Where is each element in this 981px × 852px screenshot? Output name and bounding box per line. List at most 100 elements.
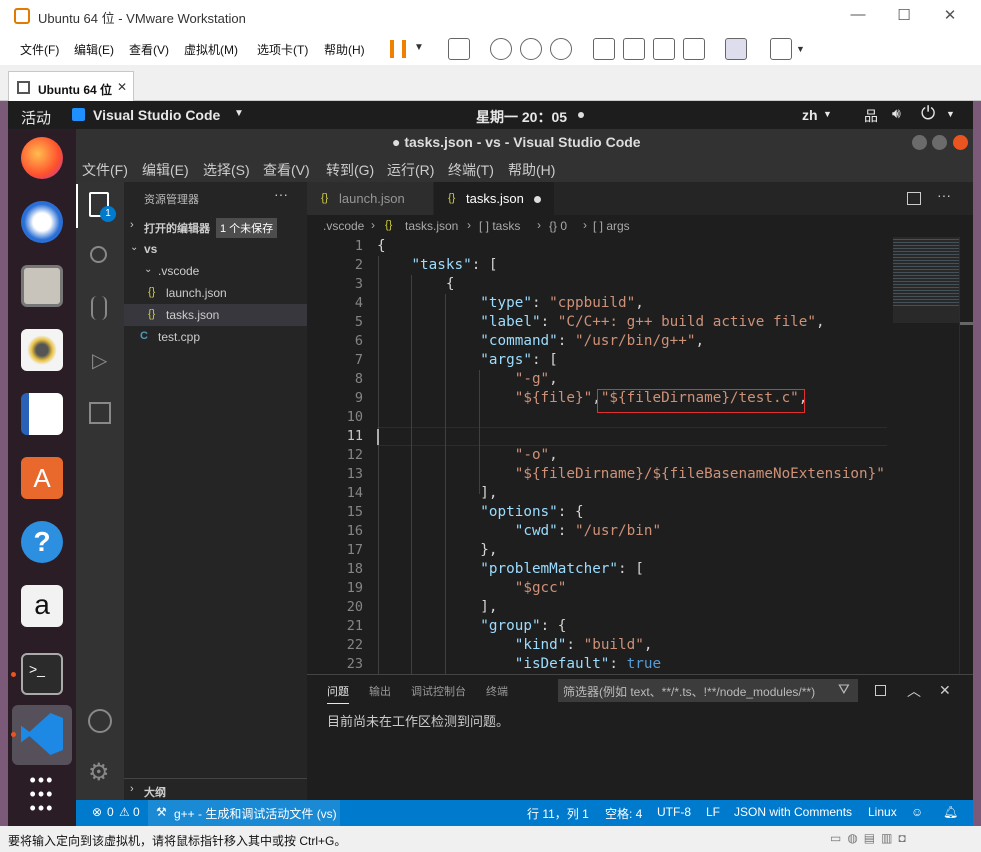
code-line[interactable]: ], (377, 484, 885, 503)
folder-vs[interactable]: vs (144, 242, 157, 256)
panel-tab-output[interactable]: 输出 (369, 683, 391, 699)
menu-view[interactable]: 查看(V) (263, 160, 310, 180)
open-editors-section[interactable]: 打开的编辑器 (144, 220, 210, 236)
breadcrumb-item[interactable]: [ ] tasks (479, 219, 520, 233)
vmware-menu-view[interactable]: 查看(V) (129, 41, 169, 58)
terminal-console-icon[interactable] (725, 38, 747, 60)
snapshot-manager-icon[interactable] (550, 38, 572, 60)
search-icon[interactable] (90, 246, 107, 263)
code-line[interactable]: "-g", (377, 370, 885, 389)
feedback-icon[interactable]: ☺ (911, 805, 923, 819)
system-menu-caret-icon[interactable]: ▼ (946, 109, 955, 119)
help-icon[interactable]: ? (21, 521, 63, 563)
app-menu-caret-icon[interactable]: ▼ (234, 108, 244, 119)
console-view-icon[interactable] (623, 38, 645, 60)
code-line[interactable]: }, (377, 541, 885, 560)
activities-button[interactable]: 活动 (21, 107, 51, 128)
menu-selection[interactable]: 选择(S) (203, 160, 250, 180)
vmware-menu-tabs[interactable]: 选项卡(T) (257, 41, 308, 58)
breadcrumb-item[interactable]: tasks.json (405, 219, 458, 233)
library-view-icon[interactable] (593, 38, 615, 60)
outline-section[interactable]: 大纲 (144, 784, 166, 800)
terminal-icon[interactable]: >_ (21, 653, 63, 695)
file-launch-json[interactable]: launch.json (166, 286, 227, 300)
files-icon[interactable] (21, 265, 63, 307)
code-line[interactable]: "command": "/usr/bin/g++", (377, 332, 885, 351)
active-task[interactable]: g++ - 生成和调试活动文件 (vs) (174, 805, 337, 822)
code-line[interactable]: { (377, 275, 885, 294)
filter-icon[interactable]: ⛛ (838, 681, 850, 698)
breadcrumb-item[interactable]: {} 0 (549, 219, 567, 233)
error-count[interactable]: 0 (107, 805, 114, 819)
run-debug-icon[interactable]: ▷ (92, 348, 107, 373)
code-line[interactable]: "label": "C/C++: g++ build active file", (377, 313, 885, 332)
account-icon[interactable] (88, 709, 112, 733)
minimap-slider[interactable] (893, 237, 959, 323)
folder-chevron-icon[interactable]: ⌄ (130, 242, 138, 253)
os-indicator[interactable]: Linux (868, 805, 897, 819)
settings-gear-icon[interactable]: ⚙ (88, 758, 110, 787)
power-icon[interactable]: ⏻ (921, 103, 935, 124)
unity-icon[interactable] (683, 38, 705, 60)
code-line[interactable]: "group": { (377, 617, 885, 636)
extensions-icon[interactable] (89, 402, 111, 424)
window-close-icon[interactable] (953, 135, 968, 150)
split-editor-icon[interactable] (907, 192, 921, 205)
pause-icon[interactable] (390, 40, 406, 58)
menu-terminal[interactable]: 终端(T) (448, 160, 494, 180)
network-icon[interactable]: 品 (864, 106, 878, 126)
error-icon[interactable]: ⊗ (92, 805, 102, 819)
code-line[interactable]: "isDefault": true (377, 655, 885, 674)
show-apps-icon[interactable]: ••• ••• ••• (21, 771, 63, 817)
vertical-scrollbar[interactable] (959, 237, 973, 674)
tab-launch-json[interactable]: {} launch.json (307, 182, 433, 215)
menu-edit[interactable]: 编辑(E) (142, 160, 189, 180)
stretch-dropdown-icon[interactable]: ▼ (796, 44, 805, 54)
code-line[interactable]: "kind": "build", (377, 636, 885, 655)
code-line[interactable]: { (377, 237, 885, 256)
window-minimize-icon[interactable] (912, 135, 927, 150)
problems-filter-input[interactable]: 筛选器(例如 text、**/*.ts、!**/node_modules/**)… (558, 679, 858, 702)
collapse-all-icon[interactable] (875, 685, 886, 696)
menu-help[interactable]: 帮助(H) (508, 160, 555, 180)
panel-tab-problems[interactable]: 问题 (327, 683, 349, 704)
device-icons[interactable]: ▭◍▤▥◘ (830, 831, 912, 845)
code-line[interactable]: ], (377, 598, 885, 617)
vmware-menu-vm[interactable]: 虚拟机(M) (184, 41, 238, 58)
stretch-view-icon[interactable] (770, 38, 792, 60)
input-method-caret-icon[interactable]: ▼ (823, 109, 832, 119)
explorer-more-icon[interactable]: ··· (274, 186, 288, 202)
code-line[interactable]: "options": { (377, 503, 885, 522)
subfolder-chevron-icon[interactable]: ⌄ (144, 264, 152, 275)
editor-more-icon[interactable]: ··· (937, 187, 951, 203)
indentation[interactable]: 空格: 4 (605, 805, 642, 822)
input-method[interactable]: zh (802, 107, 818, 123)
language-mode[interactable]: JSON with Comments (734, 805, 852, 819)
notifications-icon[interactable]: 🔔︎ (943, 805, 958, 819)
folder-vscode[interactable]: .vscode (158, 264, 199, 278)
source-control-icon[interactable] (91, 296, 107, 320)
minimize-icon[interactable]: — (848, 6, 868, 26)
code-line[interactable]: "tasks": [ (377, 256, 885, 275)
thunderbird-icon[interactable] (21, 201, 63, 243)
snapshot-icon[interactable] (490, 38, 512, 60)
menu-file[interactable]: 文件(F) (82, 160, 128, 180)
code-line[interactable]: "-o", (377, 446, 885, 465)
panel-tab-debug-console[interactable]: 调试控制台 (411, 683, 466, 699)
warning-count[interactable]: 0 (133, 805, 140, 819)
vmware-menu-file[interactable]: 文件(F) (20, 41, 59, 58)
unsaved-dot-icon[interactable] (534, 196, 541, 203)
file-test-cpp[interactable]: test.cpp (158, 330, 200, 344)
code-line[interactable]: "${fileDirname}/${fileBasenameNoExtensio… (377, 465, 885, 484)
amazon-icon[interactable]: a (21, 585, 63, 627)
cursor-position[interactable]: 行 11，列 1 (527, 805, 589, 822)
encoding[interactable]: UTF-8 (657, 805, 691, 819)
rhythmbox-icon[interactable] (21, 329, 63, 371)
dropdown-icon[interactable]: ▼ (414, 42, 424, 53)
vm-tab[interactable]: Ubuntu 64 位 ✕ (8, 71, 134, 102)
maximize-icon[interactable]: ☐ (894, 6, 914, 26)
firefox-icon[interactable] (21, 137, 63, 179)
warning-icon[interactable]: ⚠ (119, 805, 130, 819)
outline-chevron-icon[interactable]: › (130, 783, 134, 795)
code-line[interactable]: "cwd": "/usr/bin" (377, 522, 885, 541)
